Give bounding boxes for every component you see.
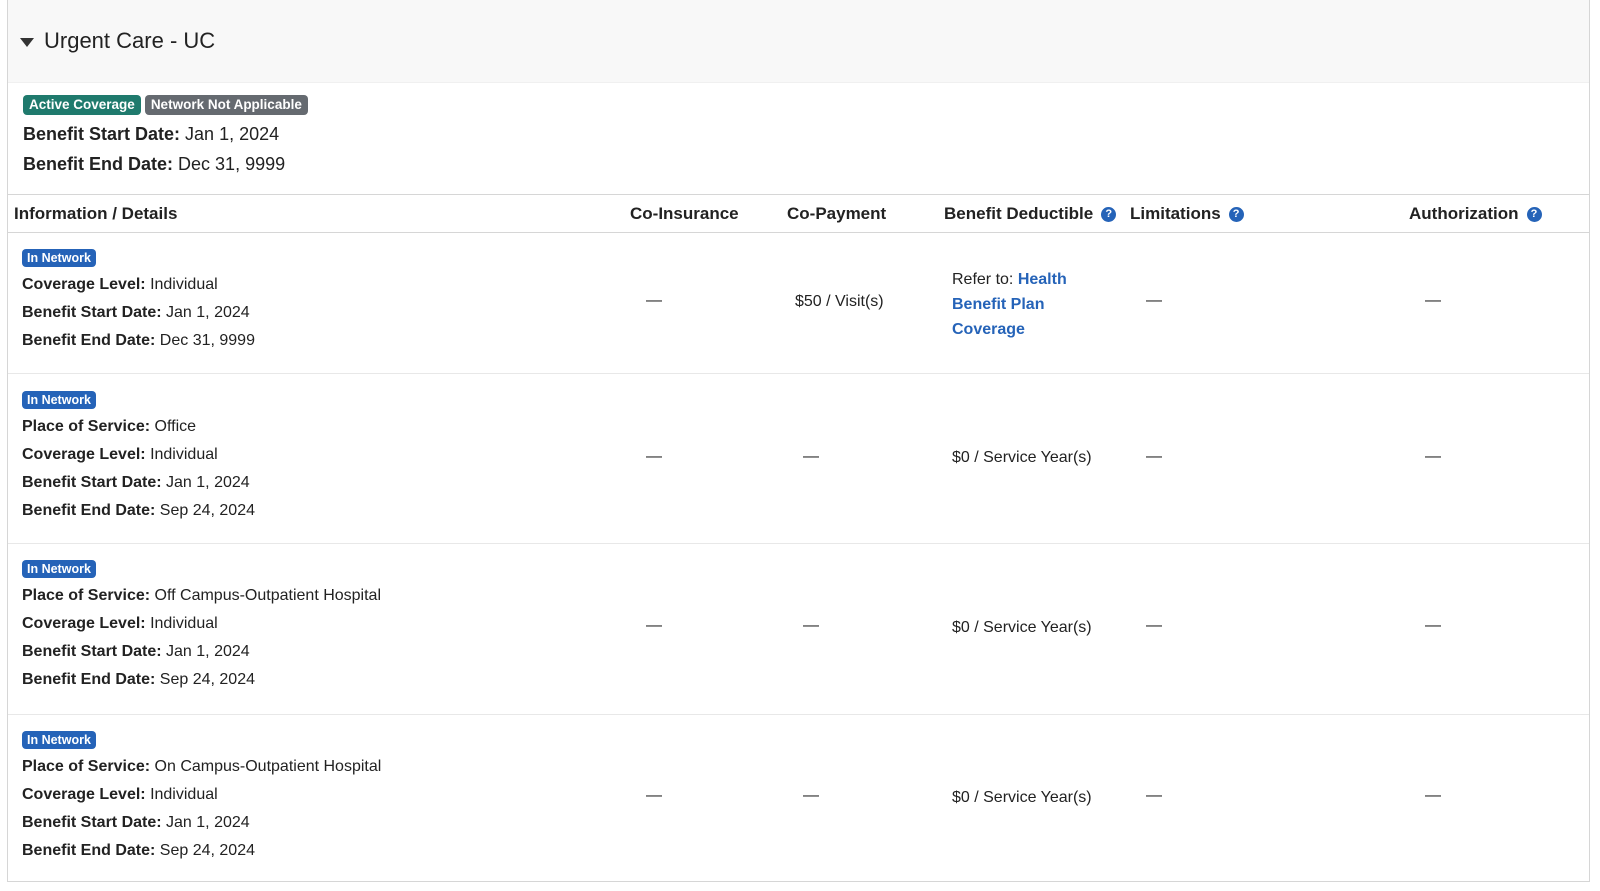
benefit-start-date: Benefit Start Date: Jan 1, 2024	[22, 304, 250, 321]
col-authorization: Authorization ?	[1409, 204, 1542, 224]
coinsurance-value: —	[646, 448, 662, 465]
benefit-end-date: Benefit End Date: Dec 31, 9999	[22, 332, 255, 349]
table-row: In Network Place of Service: Off Campus-…	[8, 544, 1589, 715]
col-coins-label: Co-Insurance	[630, 204, 739, 223]
row-info: In Network Coverage Level: Individual Be…	[22, 249, 255, 351]
col-info-details: Information / Details	[14, 204, 177, 224]
summary-end-value: Dec 31, 9999	[178, 154, 286, 174]
table-row: In Network Place of Service: On Campus-O…	[8, 715, 1589, 881]
coverage-level: Coverage Level: Individual	[22, 786, 218, 803]
copayment-value: —	[803, 617, 819, 634]
limitations-value: —	[1146, 292, 1162, 309]
summary-start-label: Benefit Start Date:	[23, 124, 181, 144]
health-benefit-plan-link-line2[interactable]: Benefit Plan	[952, 296, 1044, 313]
section-title: Urgent Care - UC	[44, 28, 216, 53]
col-authorization-label: Authorization	[1409, 204, 1519, 223]
deductible-value: $0 / Service Year(s)	[952, 449, 1092, 466]
summary-start-date: Benefit Start Date: Jan 1, 2024	[23, 123, 1574, 145]
col-limitations-label: Limitations	[1130, 204, 1221, 223]
benefit-end-date: Benefit End Date: Sep 24, 2024	[22, 842, 255, 859]
col-benefit-deductible: Benefit Deductible ?	[944, 204, 1117, 224]
health-benefit-plan-link[interactable]: Health	[1018, 271, 1067, 288]
network-status-badge: Network Not Applicable	[144, 95, 308, 115]
authorization-value: —	[1425, 292, 1441, 309]
urgent-care-panel: Urgent Care - UC Active Coverage Network …	[7, 0, 1590, 882]
coverage-level: Coverage Level: Individual	[22, 446, 218, 463]
in-network-badge: In Network	[22, 560, 96, 578]
authorization-value: —	[1425, 787, 1441, 804]
place-of-service: Place of Service: Off Campus-Outpatient …	[22, 587, 382, 604]
copayment-value: —	[803, 787, 819, 804]
in-network-badge: In Network	[22, 391, 96, 409]
coverage-summary: Active Coverage Network Not Applicable Be…	[8, 83, 1589, 180]
health-benefit-plan-link-line3[interactable]: Coverage	[952, 321, 1025, 338]
col-limitations: Limitations ?	[1130, 204, 1244, 224]
limitations-value: —	[1146, 787, 1162, 804]
in-network-badge: In Network	[22, 731, 96, 749]
place-of-service: Place of Service: On Campus-Outpatient H…	[22, 758, 382, 775]
coinsurance-value: —	[646, 617, 662, 634]
caret-down-icon[interactable]	[20, 37, 34, 47]
col-deductible-label: Benefit Deductible	[944, 204, 1094, 223]
coverage-level: Coverage Level: Individual	[22, 276, 218, 293]
benefit-end-date: Benefit End Date: Sep 24, 2024	[22, 502, 255, 519]
deductible-reference: Refer to: Health Benefit Plan Coverage	[952, 267, 1102, 342]
limitations-value: —	[1146, 617, 1162, 634]
limitations-help-icon[interactable]: ?	[1228, 206, 1244, 222]
copayment-value: $50 / Visit(s)	[795, 293, 884, 310]
summary-end-date: Benefit End Date: Dec 31, 9999	[23, 153, 1574, 175]
deductible-refer-label: Refer to:	[952, 271, 1014, 288]
place-of-service: Place of Service: Office	[22, 418, 197, 435]
deductible-help-icon[interactable]: ?	[1101, 206, 1117, 222]
table-row: In Network Place of Service: Office Cove…	[8, 374, 1589, 544]
row-info: In Network Place of Service: On Campus-O…	[22, 731, 381, 861]
coverage-level: Coverage Level: Individual	[22, 615, 218, 632]
section-header-toggle[interactable]: Urgent Care - UC	[8, 0, 1589, 83]
table-row: In Network Coverage Level: Individual Be…	[8, 232, 1589, 374]
summary-end-label: Benefit End Date:	[23, 154, 174, 174]
summary-start-value: Jan 1, 2024	[185, 124, 280, 144]
coinsurance-value: —	[646, 787, 662, 804]
row-info: In Network Place of Service: Office Cove…	[22, 391, 255, 521]
benefit-start-date: Benefit Start Date: Jan 1, 2024	[22, 814, 250, 831]
coinsurance-value: —	[646, 292, 662, 309]
row-info: In Network Place of Service: Off Campus-…	[22, 560, 381, 690]
deductible-value: $0 / Service Year(s)	[952, 619, 1092, 636]
limitations-value: —	[1146, 448, 1162, 465]
benefit-start-date: Benefit Start Date: Jan 1, 2024	[22, 474, 250, 491]
benefit-start-date: Benefit Start Date: Jan 1, 2024	[22, 643, 250, 660]
copayment-value: —	[803, 448, 819, 465]
col-copay-label: Co-Payment	[787, 204, 887, 223]
authorization-value: —	[1425, 448, 1441, 465]
col-co-insurance: Co-Insurance	[630, 204, 739, 224]
active-coverage-badge: Active Coverage	[23, 95, 141, 115]
col-info-label: Information / Details	[14, 204, 178, 223]
authorization-value: —	[1425, 617, 1441, 634]
benefits-table-header: Information / Details Co-Insurance Co-Pa…	[8, 194, 1589, 233]
authorization-help-icon[interactable]: ?	[1526, 206, 1542, 222]
benefit-end-date: Benefit End Date: Sep 24, 2024	[22, 671, 255, 688]
col-co-payment: Co-Payment	[787, 204, 886, 224]
in-network-badge: In Network	[22, 249, 96, 267]
deductible-value: $0 / Service Year(s)	[952, 789, 1092, 806]
